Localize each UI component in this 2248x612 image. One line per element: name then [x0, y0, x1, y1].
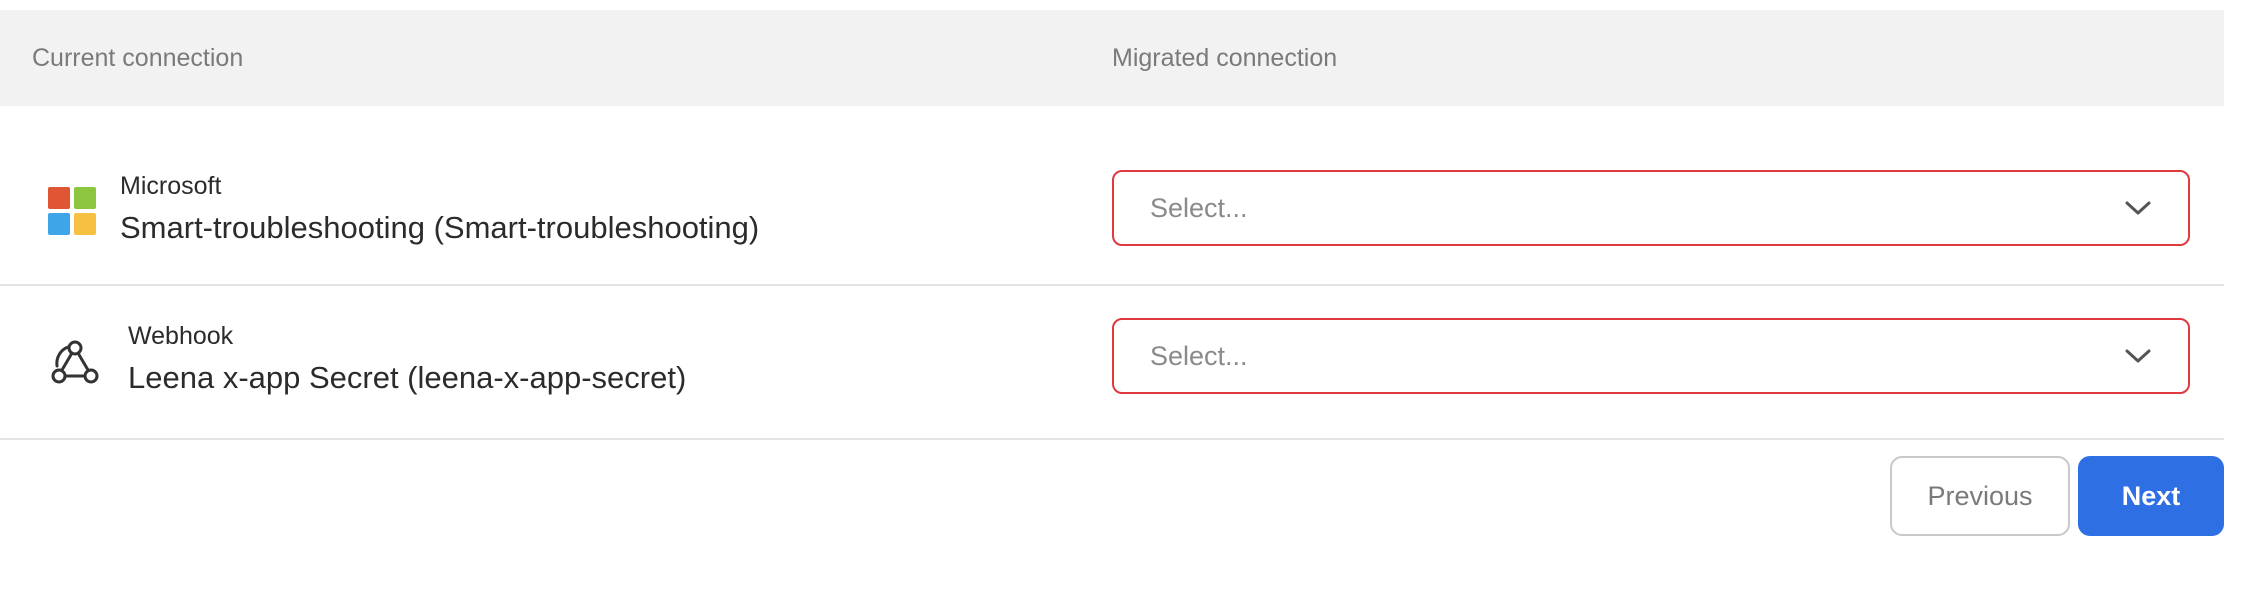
table-row: Webhook Leena x-app Secret (leena-x-app-…	[0, 286, 2224, 440]
column-header-migrated: Migrated connection	[1112, 44, 1338, 72]
provider-name: Microsoft	[120, 172, 222, 200]
previous-button[interactable]: Previous	[1890, 456, 2070, 536]
chevron-down-icon	[2125, 349, 2151, 363]
webhook-icon	[51, 340, 99, 384]
next-button[interactable]: Next	[2078, 456, 2224, 536]
table-header: Current connection Migrated connection	[0, 10, 2224, 106]
select-placeholder: Select...	[1150, 193, 1248, 223]
connection-name: Leena x-app Secret (leena-x-app-secret)	[128, 360, 687, 395]
microsoft-logo-icon	[48, 187, 98, 237]
select-placeholder: Select...	[1150, 341, 1248, 371]
connection-name: Smart-troubleshooting (Smart-troubleshoo…	[120, 210, 760, 245]
table-row: Microsoft Smart-troubleshooting (Smart-t…	[0, 106, 2224, 286]
column-header-current: Current connection	[32, 44, 244, 72]
migration-connections-page: Current connection Migrated connection M…	[0, 0, 2248, 612]
chevron-down-icon	[2125, 201, 2151, 215]
migrated-connection-select[interactable]: Select...	[1112, 318, 2190, 394]
migrated-connection-select[interactable]: Select...	[1112, 170, 2190, 246]
provider-name: Webhook	[128, 322, 234, 350]
